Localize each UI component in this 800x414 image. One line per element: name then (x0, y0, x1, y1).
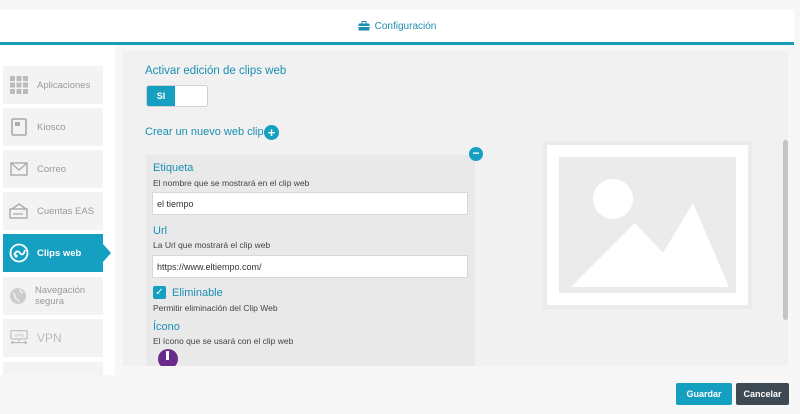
vpn-icon: VPN (9, 328, 29, 348)
removable-help: Permitir eliminación del Clip Web (153, 303, 278, 313)
sidebar-item-label: Correo (37, 163, 67, 175)
icon-title: Ícono (153, 321, 180, 333)
webclip-icon (9, 243, 29, 263)
enable-webclips-label: Activar edición de clips web (145, 65, 287, 77)
tag-title: Etiqueta (153, 162, 194, 174)
sidebar-item-partial (3, 362, 103, 375)
top-bar-underline (0, 42, 794, 45)
sidebar-item-label: Cuentas EAS (37, 205, 95, 217)
cancel-button[interactable]: Cancelar (736, 383, 789, 405)
sidebar-item-label: Kiosco (37, 121, 66, 133)
url-help: La Url que mostrará el clip web (153, 240, 271, 250)
sidebar-item-navegacion-segura[interactable]: Navegación segura (3, 277, 103, 315)
create-webclip-label: Crear un nuevo web clip (145, 126, 264, 138)
sidebar-item-aplicaciones[interactable]: Aplicaciones (3, 66, 103, 104)
sidebar-item-vpn[interactable]: VPN VPN (3, 319, 103, 357)
image-placeholder-icon (543, 141, 752, 309)
remove-webclip-button[interactable]: − (469, 147, 483, 161)
sidebar-item-label: Navegación segura (35, 285, 86, 307)
globe-icon (9, 286, 27, 306)
eas-account-icon (9, 201, 29, 221)
tag-input[interactable]: el tiempo (152, 192, 468, 215)
kiosk-icon (9, 117, 29, 137)
url-input[interactable]: https://www.eltiempo.com/ (152, 255, 468, 278)
toggle-on-label: SI (147, 86, 175, 106)
envelope-icon (9, 159, 29, 179)
save-button[interactable]: Guardar (676, 383, 732, 405)
grid-icon (9, 75, 29, 95)
url-title: Url (153, 225, 168, 237)
sidebar-item-kiosco[interactable]: Kiosco (3, 108, 103, 146)
scrollbar[interactable] (783, 140, 788, 320)
sidebar-item-label: Clips web (37, 247, 82, 259)
add-webclip-button[interactable]: + (264, 125, 279, 140)
sidebar-item-cuentas-eas[interactable]: Cuentas EAS (3, 192, 103, 230)
webclip-icon-preview[interactable] (157, 349, 179, 366)
sidebar-item-clips-web[interactable]: Clips web (3, 234, 103, 272)
tag-help: El nombre que se mostrará en el clip web (153, 178, 310, 188)
sidebar-item-label: Aplicaciones (37, 79, 91, 91)
removable-label: Eliminable (172, 287, 223, 299)
removable-checkbox[interactable]: ✓ (153, 286, 166, 299)
page-title: Configuración (374, 20, 437, 32)
icon-help: El ícono que se usará con el clip web (153, 336, 294, 346)
sidebar-item-label: VPN (37, 330, 62, 345)
briefcase-icon (358, 21, 370, 31)
active-indicator-arrow (103, 244, 111, 262)
top-bar: Configuración (0, 10, 794, 42)
sidebar-item-correo[interactable]: Correo (3, 150, 103, 188)
svg-text:VPN: VPN (14, 333, 23, 338)
enable-webclips-toggle[interactable]: SI (146, 85, 208, 107)
